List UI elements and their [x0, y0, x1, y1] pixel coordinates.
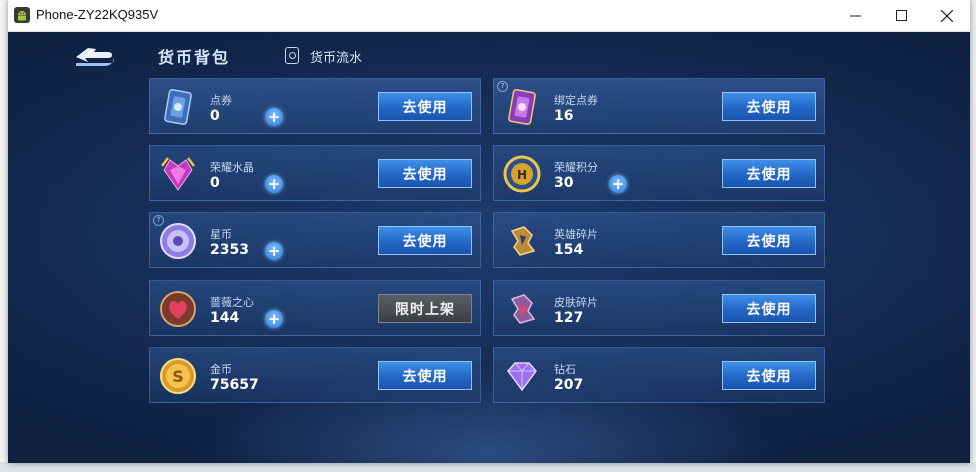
currency-value: 2353	[210, 242, 249, 258]
currency-value: 127	[554, 310, 584, 326]
desktop-background-bottom	[0, 462, 976, 472]
android-icon	[14, 7, 30, 23]
currency-name: 荣耀积分	[554, 161, 598, 174]
currency-card-skin-fragment: 皮肤碎片 127 去使用	[493, 280, 825, 336]
currency-value: 30	[554, 175, 574, 191]
currency-name: 蔷薇之心	[210, 296, 254, 309]
currency-card-hero-fragment: 英雄碎片 154 去使用	[493, 212, 825, 268]
page-title: 货币背包	[158, 48, 231, 67]
currency-name: 荣耀水晶	[210, 161, 254, 174]
use-glory-crystal-button[interactable]: 去使用	[378, 159, 472, 188]
currency-flow-link[interactable]: 货币流水	[310, 47, 362, 66]
currency-card-glory-crystal: 荣耀水晶 0 + 去使用	[149, 145, 481, 201]
currency-card-coupon: 点券 0 + 去使用	[149, 78, 481, 134]
minimize-icon	[849, 15, 861, 17]
use-bound-coupon-button[interactable]: 去使用	[722, 92, 816, 121]
add-coupon-button[interactable]: +	[265, 108, 283, 126]
diamond-icon	[507, 362, 537, 392]
glory-crystal-icon	[161, 157, 195, 191]
currency-value: 75657	[210, 377, 259, 393]
currency-value: 144	[210, 310, 240, 326]
add-star-coin-button[interactable]: +	[265, 242, 283, 260]
gold-coin-icon: S	[160, 358, 196, 394]
coupon-card-icon	[164, 89, 192, 125]
bound-coupon-icon	[508, 89, 536, 125]
currency-flow-icon[interactable]	[285, 47, 299, 64]
currency-card-rose-heart: 蔷薇之心 144 + 限时上架	[149, 280, 481, 336]
currency-value: 207	[554, 377, 584, 393]
back-arrow-icon	[76, 48, 114, 66]
currency-name: 钻石	[554, 363, 576, 376]
currency-name: 点券	[210, 94, 232, 107]
currency-name: 金币	[210, 363, 232, 376]
star-coin-icon	[160, 223, 196, 259]
add-rose-heart-button[interactable]: +	[265, 310, 283, 328]
currency-bag-screen: 货币背包 货币流水 点券 0 + 去使用 荣耀水晶 0 + 去使用 ? 星币 2…	[8, 32, 970, 463]
use-coupon-button[interactable]: 去使用	[378, 92, 472, 121]
use-hero-fragment-button[interactable]: 去使用	[722, 226, 816, 255]
currency-card-glory-points: H 荣耀积分 30 + 去使用	[493, 145, 825, 201]
maximize-icon	[895, 10, 907, 21]
currency-card-bound-coupon: ? 绑定点券 16 去使用	[493, 78, 825, 134]
currency-card-gold-coin: S 金币 75657 去使用	[149, 347, 481, 403]
currency-name: 绑定点券	[554, 94, 598, 107]
minimize-button[interactable]	[832, 0, 878, 31]
title-bar: Phone-ZY22KQ935V	[8, 0, 970, 32]
svg-text:S: S	[172, 367, 184, 386]
currency-name: 皮肤碎片	[554, 296, 598, 309]
skin-fragment-icon	[510, 294, 536, 324]
currency-card-diamond: 钻石 207 去使用	[493, 347, 825, 403]
add-glory-points-button[interactable]: +	[609, 175, 627, 193]
close-button[interactable]	[924, 0, 970, 31]
currency-value: 0	[210, 175, 220, 191]
emulator-window: Phone-ZY22KQ935V 货币背包 货币流水 点券 0 + 去使用 荣耀…	[8, 0, 970, 463]
currency-name: 星币	[210, 228, 232, 241]
rose-heart-icon	[160, 291, 196, 327]
window-title: Phone-ZY22KQ935V	[36, 7, 159, 22]
use-star-coin-button[interactable]: 去使用	[378, 226, 472, 255]
add-glory-crystal-button[interactable]: +	[265, 175, 283, 193]
currency-value: 16	[554, 108, 574, 124]
glory-points-icon: H	[503, 155, 541, 193]
use-skin-fragment-button[interactable]: 去使用	[722, 294, 816, 323]
currency-name: 英雄碎片	[554, 228, 598, 241]
use-gold-coin-button[interactable]: 去使用	[378, 361, 472, 390]
use-glory-points-button[interactable]: 去使用	[722, 159, 816, 188]
svg-text:H: H	[517, 168, 527, 182]
use-diamond-button[interactable]: 去使用	[722, 361, 816, 390]
currency-value: 0	[210, 108, 220, 124]
back-button[interactable]	[74, 46, 116, 72]
close-icon	[941, 9, 953, 22]
hero-fragment-icon	[510, 226, 536, 256]
currency-card-star-coin: ? 星币 2353 + 去使用	[149, 212, 481, 268]
limited-time-button[interactable]: 限时上架	[378, 294, 472, 323]
maximize-button[interactable]	[878, 0, 924, 31]
currency-value: 154	[554, 242, 584, 258]
